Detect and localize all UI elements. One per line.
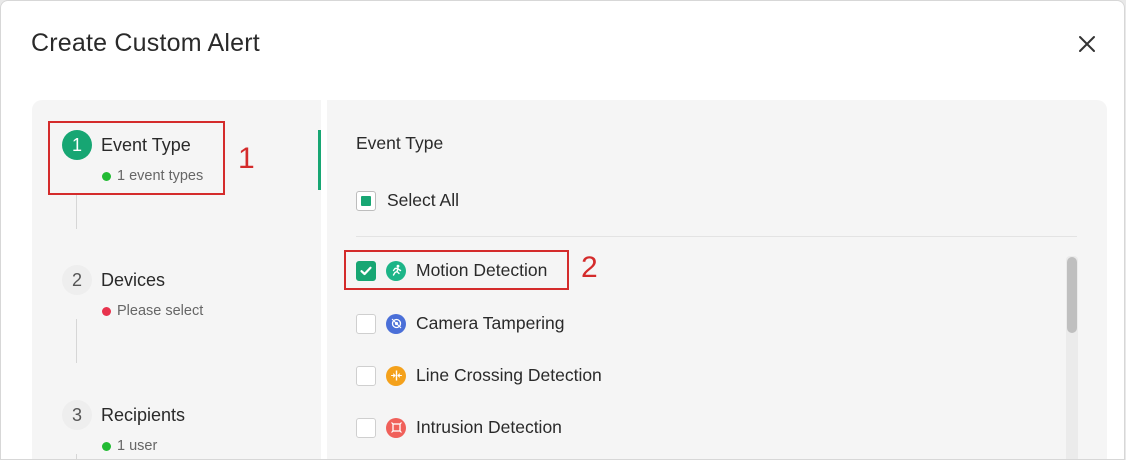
step-recipients[interactable]: 3 Recipients 1 user: [32, 400, 312, 459]
step-status-text: Please select: [117, 303, 204, 319]
step-status: 1 user: [102, 438, 157, 454]
step-number: 2: [62, 265, 92, 295]
close-icon: [1079, 36, 1095, 52]
step-number: 3: [62, 400, 92, 430]
partial-checkbox-icon: [356, 190, 376, 211]
annotation-box-1: [48, 121, 225, 195]
annotation-box-2: [344, 250, 569, 290]
step-connector: [76, 193, 77, 229]
event-label: Camera Tampering: [416, 313, 565, 333]
status-dot: [102, 306, 111, 316]
scrollbar-thumb[interactable]: [1067, 257, 1077, 333]
camera-tamper-icon: [386, 313, 406, 334]
event-item-camera-tampering[interactable]: Camera Tampering: [356, 313, 565, 334]
active-step-indicator: [318, 130, 321, 190]
annotation-number-2: 2: [581, 251, 598, 284]
step-status: Please select: [102, 303, 203, 319]
step-connector: [76, 454, 77, 459]
select-all-label: Select All: [387, 190, 459, 210]
event-type-heading: Event Type: [356, 133, 444, 153]
step-label: Devices: [101, 270, 166, 290]
annotation-number-1: 1: [238, 142, 255, 175]
step-connector: [76, 319, 77, 363]
divider: [356, 236, 1077, 237]
checkbox: [356, 417, 376, 438]
intrusion-icon: [386, 417, 406, 438]
checkbox: [356, 365, 376, 386]
dialog-body: 1 Event Type 1 event types 1 2 Devices P…: [32, 100, 1107, 459]
event-label: Intrusion Detection: [416, 417, 562, 437]
event-label: Line Crossing Detection: [416, 365, 602, 385]
checkbox: [356, 313, 376, 334]
select-all-checkbox[interactable]: Select All: [356, 190, 459, 211]
step-label: Recipients: [101, 405, 186, 425]
steps-divider: [321, 100, 327, 459]
step-status-text: 1 user: [117, 438, 158, 454]
event-item-line-crossing-detection[interactable]: Line Crossing Detection: [356, 365, 602, 386]
close-button[interactable]: [1075, 32, 1099, 56]
line-crossing-icon: [386, 365, 406, 386]
step-devices[interactable]: 2 Devices Please select: [32, 265, 312, 335]
status-dot: [102, 441, 111, 451]
create-alert-dialog: Create Custom Alert 1 Event Type 1 event…: [0, 0, 1125, 460]
dialog-title: Create Custom Alert: [31, 29, 260, 57]
event-item-intrusion-detection[interactable]: Intrusion Detection: [356, 417, 562, 438]
